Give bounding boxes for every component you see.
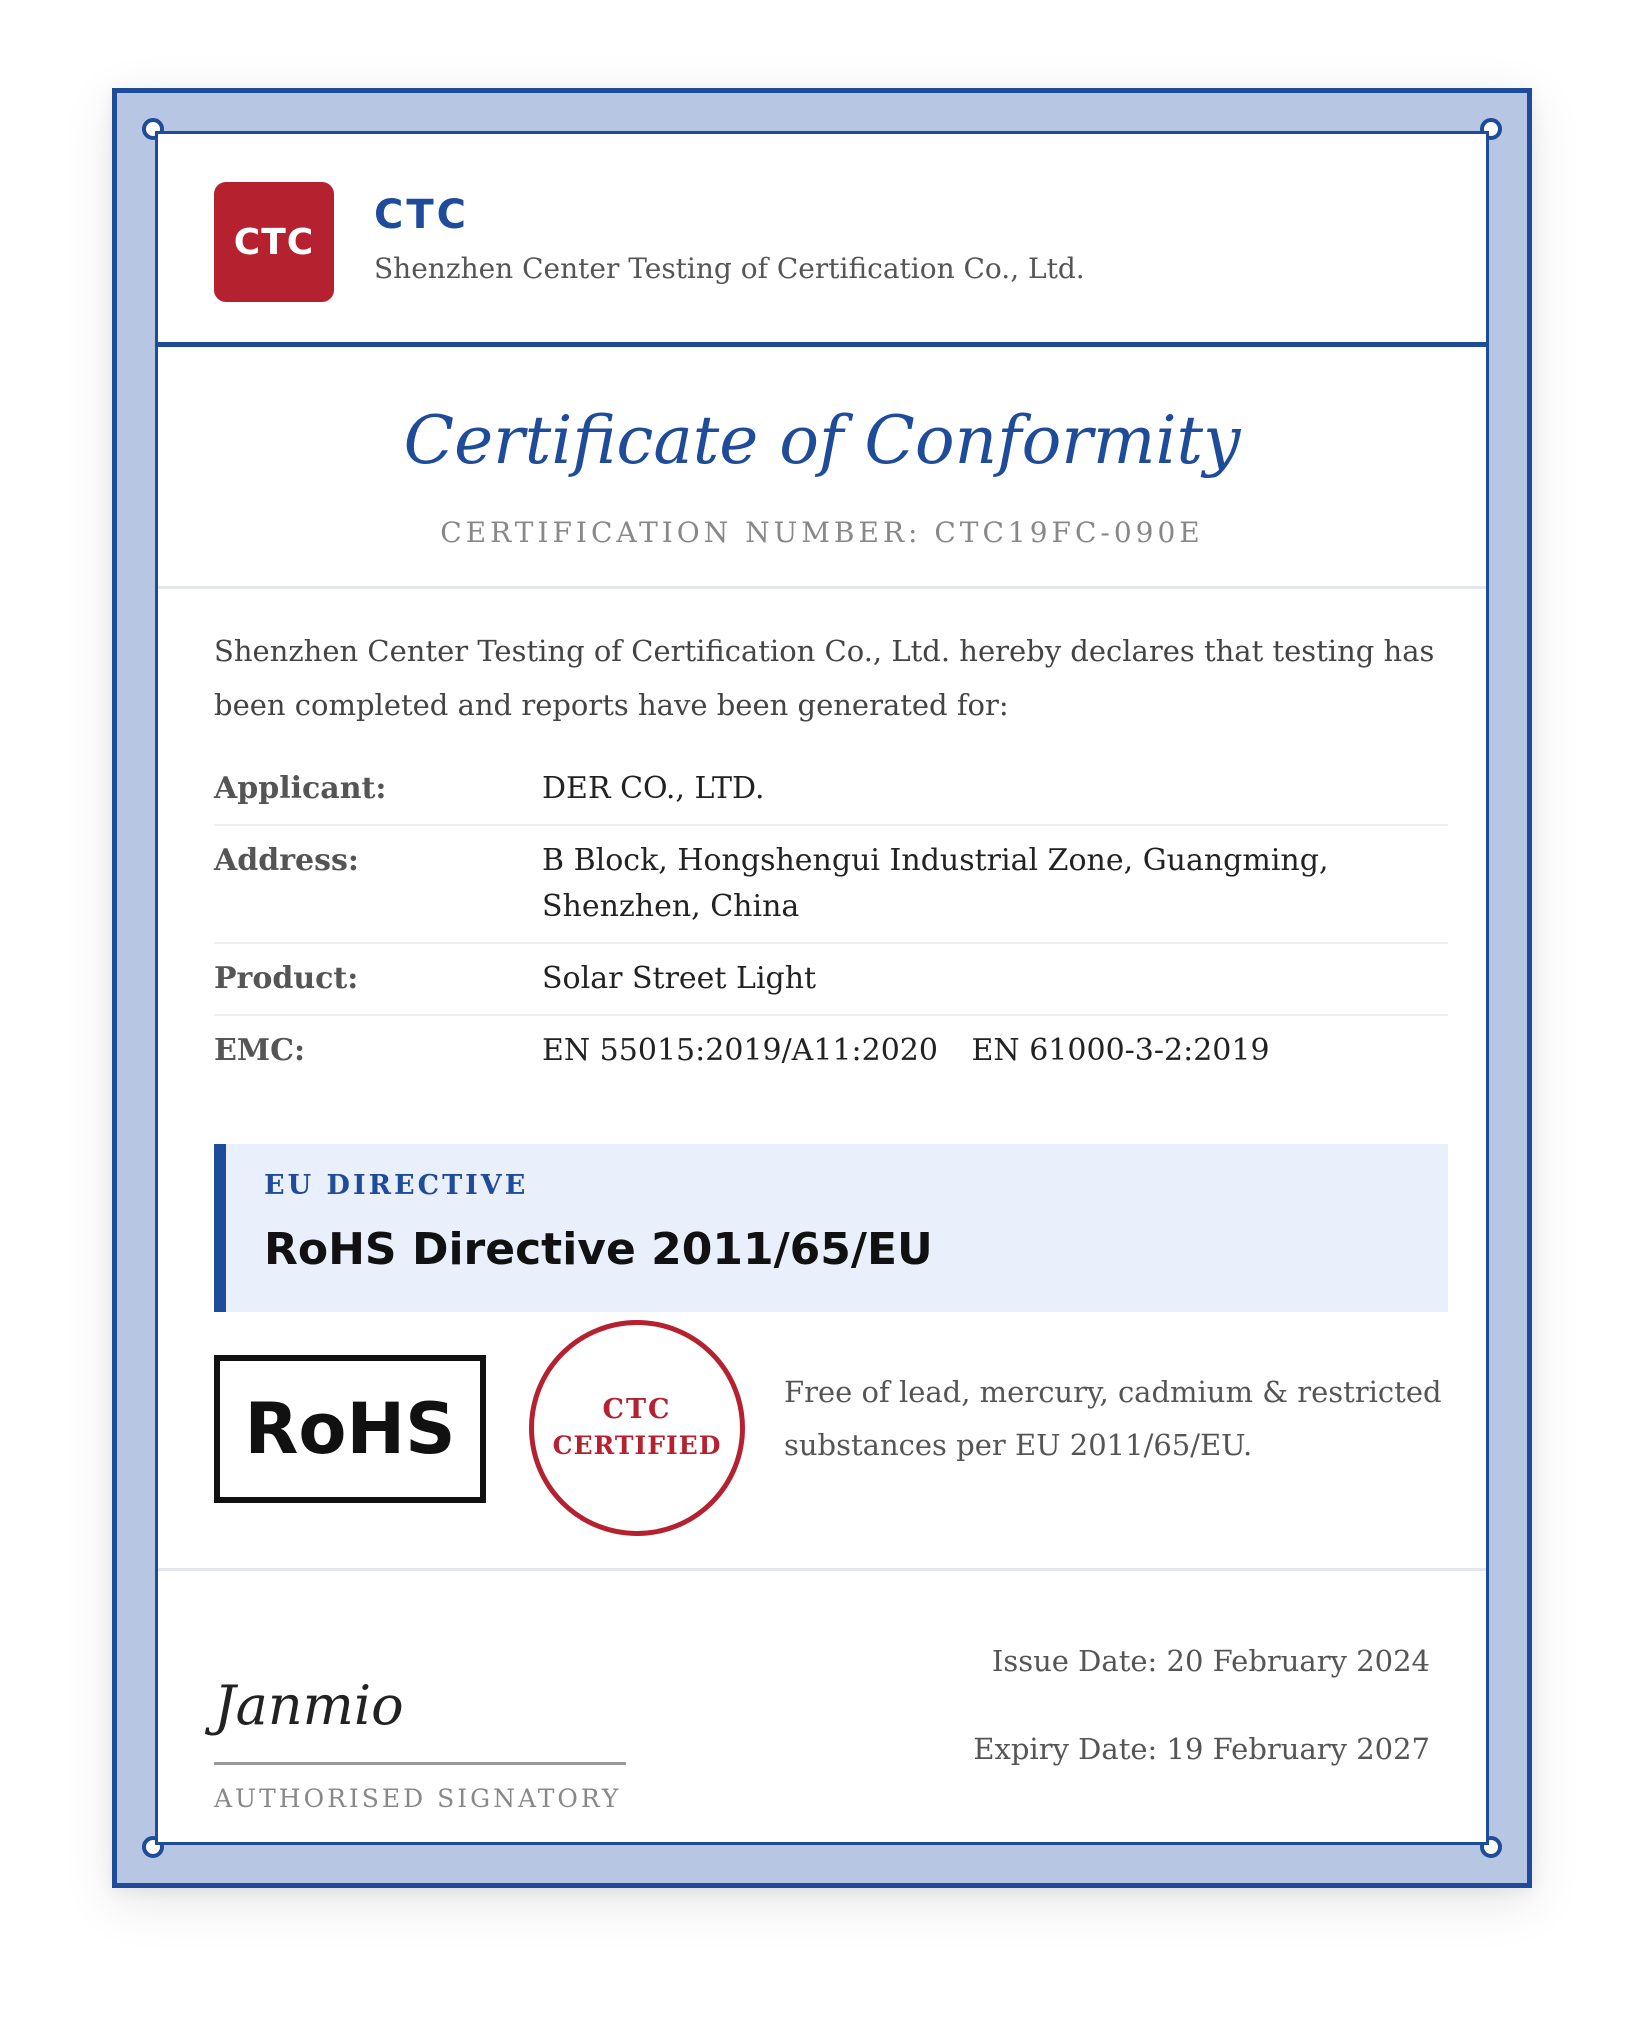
seal-top-text: CTC — [602, 1394, 672, 1425]
applicant-value: DER CO., LTD. — [542, 771, 765, 806]
issue-date: Issue Date: 20 February 2024 — [991, 1644, 1430, 1678]
details-table: Applicant: DER CO., LTD. Address: B Bloc… — [214, 754, 1448, 1086]
signature-line — [214, 1762, 626, 1765]
company-abbreviation: CTC — [374, 192, 469, 238]
ctc-certified-seal: CTC CERTIFIED — [529, 1320, 745, 1536]
directive-box: EU DIRECTIVE RoHS Directive 2011/65/EU — [214, 1144, 1448, 1312]
directive-label: EU DIRECTIVE — [264, 1170, 529, 1201]
certificate-frame: CTC CTC Shenzhen Center Testing of Certi… — [112, 88, 1532, 1888]
emc-value: EN 55015:2019/A11:2020 EN 61000-3-2:2019 — [542, 1028, 1448, 1074]
certificate-body: CTC CTC Shenzhen Center Testing of Certi… — [155, 131, 1489, 1845]
address-value: B Block, Hongshengui Industrial Zone, Gu… — [542, 843, 1329, 924]
seal-bottom-text: CERTIFIED — [552, 1431, 722, 1460]
product-label: Product: — [214, 961, 359, 996]
directive-name: RoHS Directive 2011/65/EU — [264, 1224, 933, 1275]
certificate-title: Certificate of Conformity — [403, 402, 1241, 479]
signature: Janmio — [214, 1674, 404, 1737]
rohs-logo: RoHS — [214, 1355, 486, 1503]
detail-row-product: Product: Solar Street Light — [214, 944, 1448, 1016]
restriction-note: Free of lead, mercury, cadmium & restric… — [784, 1375, 1442, 1462]
signatory-label: AUTHORISED SIGNATORY — [214, 1784, 622, 1813]
emc-standard: EN 55015:2019/A11:2020 — [542, 1033, 938, 1068]
address-label: Address: — [214, 843, 359, 878]
product-value: Solar Street Light — [542, 961, 817, 996]
ctc-logo-text: CTC — [233, 221, 315, 263]
rohs-logo-text: RoHS — [244, 1388, 456, 1470]
applicant-label: Applicant: — [214, 771, 387, 806]
detail-row-address: Address: B Block, Hongshengui Industrial… — [214, 826, 1448, 944]
certification-number: CERTIFICATION NUMBER: CTC19FC-090E — [440, 516, 1204, 549]
divider — [158, 586, 1486, 589]
expiry-date: Expiry Date: 19 February 2027 — [973, 1732, 1430, 1766]
divider — [158, 1568, 1486, 1571]
detail-row-emc: EMC: EN 55015:2019/A11:2020 EN 61000-3-2… — [214, 1016, 1448, 1086]
ctc-logo: CTC — [214, 182, 334, 302]
detail-row-applicant: Applicant: DER CO., LTD. — [214, 754, 1448, 826]
declaration-text: Shenzhen Center Testing of Certification… — [214, 634, 1435, 722]
certificate-header: CTC CTC Shenzhen Center Testing of Certi… — [158, 134, 1486, 347]
emc-standard: EN 61000-3-2:2019 — [971, 1033, 1270, 1068]
emc-label: EMC: — [214, 1033, 306, 1068]
company-name: Shenzhen Center Testing of Certification… — [374, 252, 1085, 285]
